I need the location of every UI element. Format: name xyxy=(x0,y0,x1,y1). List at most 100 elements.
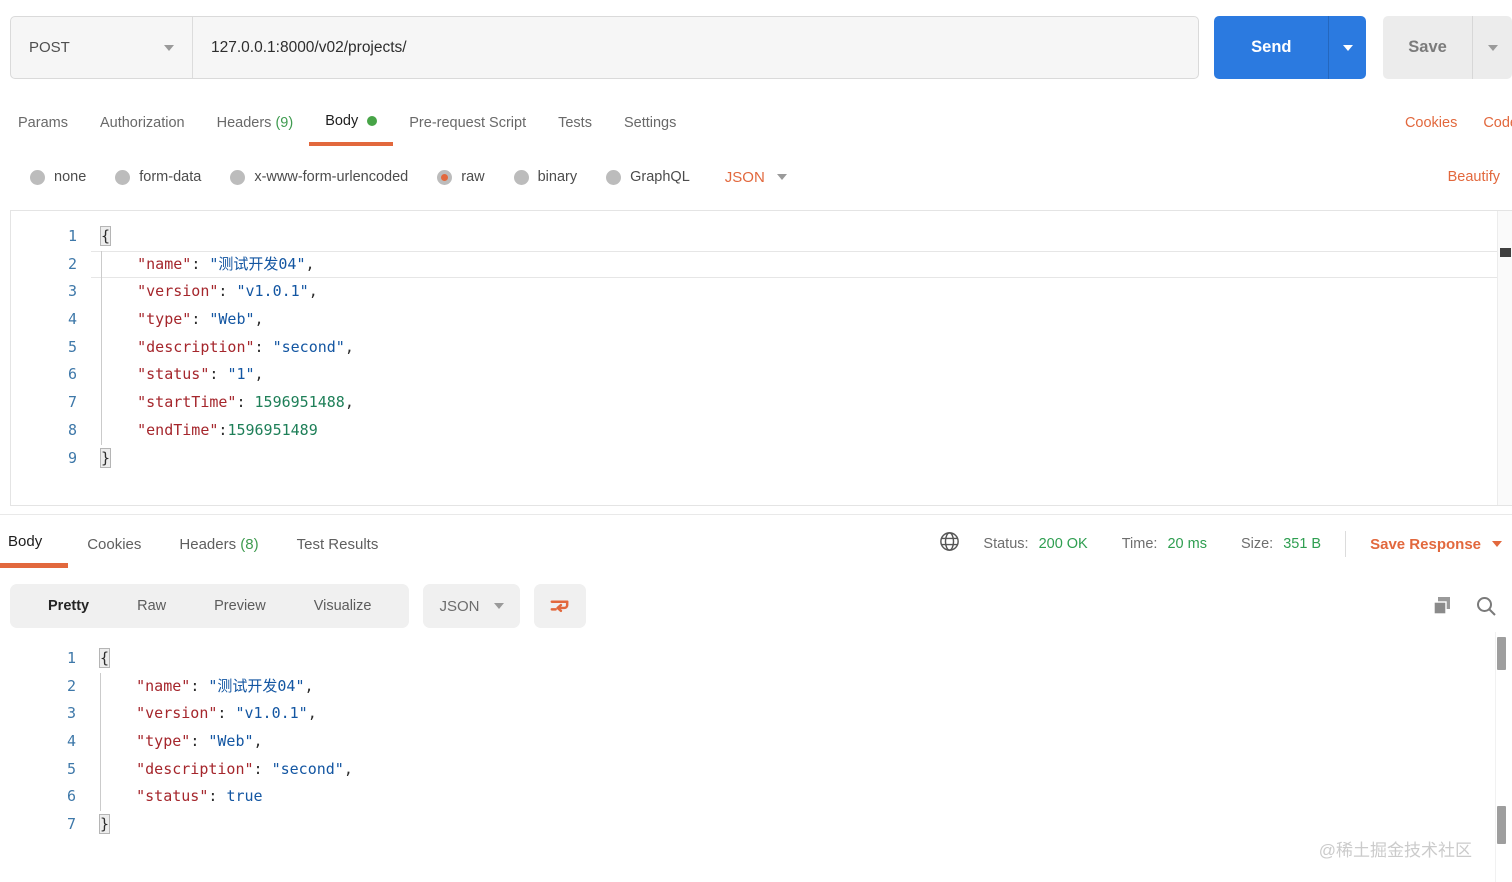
code-text: "type": "Web", xyxy=(136,732,263,751)
view-preview[interactable]: Preview xyxy=(190,598,290,614)
body-type-graphql[interactable]: GraphQL xyxy=(606,169,690,185)
body-type-binary[interactable]: binary xyxy=(513,169,577,185)
line-number: 1 xyxy=(66,649,76,667)
response-status-bar: Status: 200 OK Time: 20 ms Size: 351 B S… xyxy=(938,520,1512,568)
url-box: POST 127.0.0.1:8000/v02/projects/ xyxy=(10,16,1200,79)
response-tabs-row: Body Cookies Headers (8) Test Results St… xyxy=(0,520,1512,568)
search-icon[interactable] xyxy=(1474,594,1498,618)
response-toolbar: Pretty Raw Preview Visualize JSON xyxy=(10,583,1512,629)
chevron-down-icon xyxy=(164,44,174,51)
code-line: 1{ xyxy=(11,223,1512,251)
request-tab-links: Cookies Code xyxy=(1405,100,1512,146)
code-line: 7} xyxy=(10,811,1512,839)
wrap-lines-icon xyxy=(550,599,569,612)
save-button-label: Save xyxy=(1408,38,1447,56)
body-modified-dot-icon xyxy=(367,116,378,126)
indent-guide xyxy=(101,250,102,445)
code-text: { xyxy=(98,648,111,668)
code-line: 5 "description": "second", xyxy=(10,756,1512,784)
tab-headers[interactable]: Headers (9) xyxy=(201,100,310,146)
code-text: "description": "second", xyxy=(137,337,354,356)
code-text: "name": "测试开发04", xyxy=(136,676,314,695)
code-line: 8 "endTime":1596951489 xyxy=(11,417,1512,445)
code-text: "version": "v1.0.1", xyxy=(136,704,317,723)
body-type-raw[interactable]: raw xyxy=(437,169,485,185)
request-url-row: POST 127.0.0.1:8000/v02/projects/ Send S… xyxy=(10,16,1512,79)
code-text: "name": "测试开发04", xyxy=(91,251,1512,279)
method-label: POST xyxy=(29,39,70,56)
response-tab-body[interactable]: Body xyxy=(0,520,69,568)
method-select[interactable]: POST xyxy=(11,17,193,78)
radio-selected-icon xyxy=(437,169,453,185)
cookies-link[interactable]: Cookies xyxy=(1405,115,1457,131)
view-visualize[interactable]: Visualize xyxy=(290,598,396,614)
scrollbar-thumb[interactable] xyxy=(1497,806,1506,844)
scrollbar-thumb[interactable] xyxy=(1500,248,1511,257)
body-type-row: none form-data x-www-form-urlencoded raw… xyxy=(0,156,1512,198)
send-dropdown-button[interactable] xyxy=(1328,16,1366,79)
code-line: 3 "version": "v1.0.1", xyxy=(10,700,1512,728)
time-label: Time: xyxy=(1121,536,1158,552)
raw-language-select[interactable]: JSON xyxy=(725,169,787,186)
chevron-down-icon xyxy=(1342,44,1353,51)
line-number: 9 xyxy=(67,448,77,467)
view-pretty[interactable]: Pretty xyxy=(24,598,113,614)
code-text: "version": "v1.0.1", xyxy=(137,282,318,301)
save-button[interactable]: Save xyxy=(1383,16,1512,79)
radio-icon xyxy=(513,169,529,185)
status-label: Status: xyxy=(983,536,1029,552)
tab-params[interactable]: Params xyxy=(2,100,84,146)
code-text: "status": "1", xyxy=(137,365,264,384)
response-body-viewer[interactable]: 1{2 "name": "测试开发04", 3 "version": "v1.0.… xyxy=(10,643,1512,882)
response-tab-headers[interactable]: Headers (8) xyxy=(160,520,277,568)
tab-pre-request-script[interactable]: Pre-request Script xyxy=(393,100,542,146)
code-text: { xyxy=(99,226,112,246)
response-tab-test-results[interactable]: Test Results xyxy=(278,520,398,568)
section-divider xyxy=(0,514,1512,515)
request-tabs: Params Authorization Headers (9) Body Pr… xyxy=(0,100,1512,146)
line-number: 5 xyxy=(66,759,76,778)
save-dropdown-button[interactable] xyxy=(1472,16,1512,79)
tab-body[interactable]: Body xyxy=(309,100,394,146)
line-number: 6 xyxy=(67,365,77,384)
body-type-x-www-form-urlencoded[interactable]: x-www-form-urlencoded xyxy=(230,169,408,185)
network-globe-icon[interactable] xyxy=(938,530,961,558)
code-line: 5 "description": "second", xyxy=(11,334,1512,362)
copy-icon[interactable] xyxy=(1430,594,1454,618)
response-tab-cookies[interactable]: Cookies xyxy=(68,520,160,568)
code-line: 7 "startTime": 1596951488, xyxy=(11,389,1512,417)
code-line: 6 "status": true xyxy=(10,783,1512,811)
line-number: 7 xyxy=(67,393,77,412)
beautify-link[interactable]: Beautify xyxy=(1448,169,1500,185)
tab-tests[interactable]: Tests xyxy=(542,100,608,146)
scrollbar-thumb[interactable] xyxy=(1497,637,1506,670)
radio-icon xyxy=(30,169,45,185)
chevron-down-icon xyxy=(1487,44,1498,51)
size-value: 351 B xyxy=(1283,536,1322,552)
code-line: 6 "status": "1", xyxy=(11,361,1512,389)
tab-authorization[interactable]: Authorization xyxy=(84,100,201,146)
code-line: 2 "name": "测试开发04", xyxy=(11,251,1512,279)
line-number: 3 xyxy=(67,282,77,301)
tab-settings[interactable]: Settings xyxy=(608,100,692,146)
radio-icon xyxy=(230,169,246,185)
body-type-form-data[interactable]: form-data xyxy=(115,169,201,185)
request-body-editor[interactable]: 1{2 "name": "测试开发04", 3 "version": "v1.0.… xyxy=(10,210,1512,506)
code-text: "description": "second", xyxy=(136,759,353,778)
size-label: Size: xyxy=(1240,536,1274,552)
line-number: 7 xyxy=(66,815,76,834)
body-type-none[interactable]: none xyxy=(30,169,86,185)
headers-count: (9) xyxy=(275,115,294,131)
send-button[interactable]: Send xyxy=(1214,16,1367,79)
view-raw[interactable]: Raw xyxy=(113,598,190,614)
line-number: 1 xyxy=(67,227,77,245)
response-language-select[interactable]: JSON xyxy=(423,584,520,628)
divider xyxy=(1345,531,1347,557)
code-link[interactable]: Code xyxy=(1483,115,1512,131)
request-editor-scrollbar[interactable] xyxy=(1497,211,1512,505)
save-response-button[interactable]: Save Response xyxy=(1370,536,1502,553)
status-value: 200 OK xyxy=(1038,536,1088,552)
code-line: 3 "version": "v1.0.1", xyxy=(11,278,1512,306)
url-input[interactable]: 127.0.0.1:8000/v02/projects/ xyxy=(193,39,425,57)
wrap-lines-button[interactable] xyxy=(533,584,586,628)
